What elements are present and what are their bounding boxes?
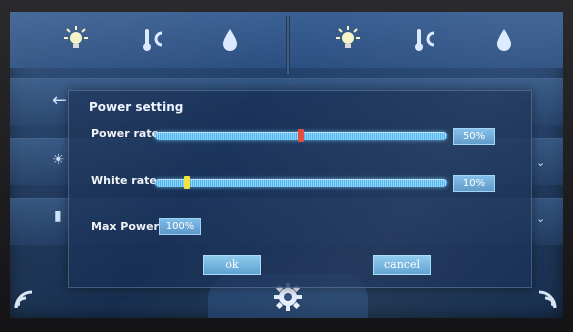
ok-button[interactable]: ok bbox=[203, 255, 261, 275]
lamp-icon: ☀ bbox=[52, 152, 65, 168]
water-drop-icon[interactable] bbox=[214, 24, 246, 56]
topbar-divider bbox=[286, 16, 290, 74]
power-setting-dialog: Power setting Power rate 50% White rate … bbox=[68, 90, 532, 288]
max-power-label: Max Power bbox=[91, 220, 159, 233]
light-icon[interactable] bbox=[60, 24, 92, 56]
bar-icon: ▮ bbox=[54, 208, 62, 224]
power-rate-label: Power rate bbox=[91, 127, 160, 140]
light-icon[interactable] bbox=[332, 24, 364, 56]
white-rate-value: 10% bbox=[453, 175, 495, 192]
top-icon-bar bbox=[10, 12, 563, 74]
power-rate-slider[interactable] bbox=[155, 129, 447, 142]
white-rate-slider[interactable] bbox=[155, 176, 447, 189]
chevron-down-icon[interactable]: ⌄ bbox=[536, 212, 545, 225]
temperature-icon[interactable] bbox=[410, 24, 442, 56]
touch-screen: ← ☀ ▮ ⌄ ⌄ Power setting Power rate 50% W… bbox=[10, 12, 563, 318]
temperature-icon[interactable] bbox=[138, 24, 170, 56]
device-bezel: ← ☀ ▮ ⌄ ⌄ Power setting Power rate 50% W… bbox=[0, 0, 573, 332]
cancel-button[interactable]: cancel bbox=[373, 255, 431, 275]
max-power-value[interactable]: 100% bbox=[159, 218, 201, 235]
power-rate-slider-thumb[interactable] bbox=[298, 129, 304, 142]
back-arrow-icon[interactable]: ← bbox=[52, 90, 67, 111]
white-rate-label: White rate bbox=[91, 174, 157, 187]
dialog-title: Power setting bbox=[89, 100, 184, 114]
water-drop-icon[interactable] bbox=[488, 24, 520, 56]
chevron-down-icon[interactable]: ⌄ bbox=[536, 156, 545, 169]
power-rate-value: 50% bbox=[453, 128, 495, 145]
white-rate-slider-thumb[interactable] bbox=[184, 176, 190, 189]
wifi-icon bbox=[12, 284, 40, 312]
wifi-icon bbox=[531, 284, 559, 312]
